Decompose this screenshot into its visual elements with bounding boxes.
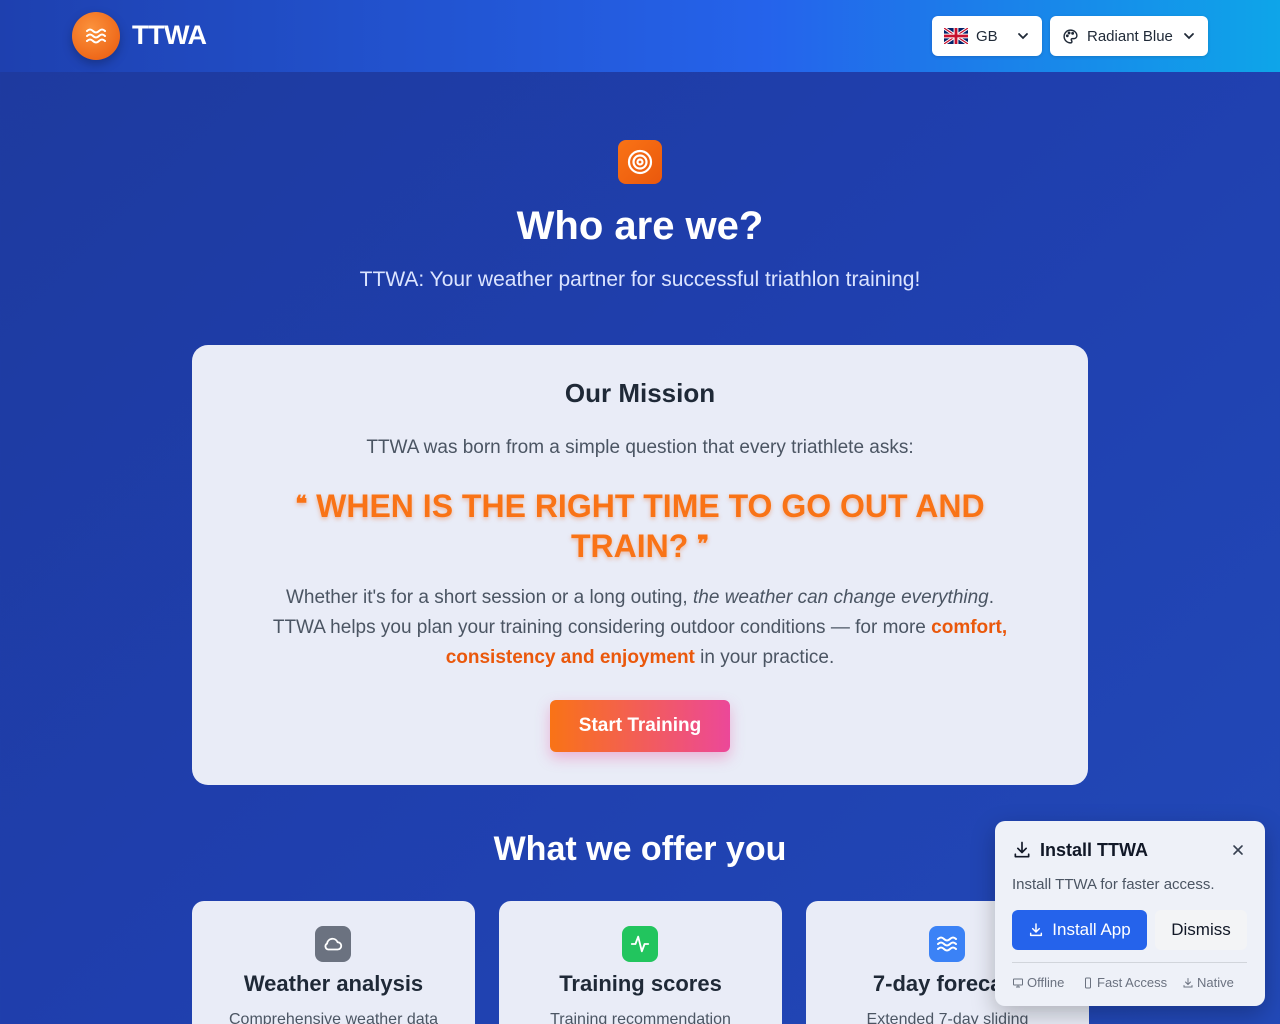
- mission-quote: ❝ WHEN IS THE RIGHT TIME TO GO OUT AND T…: [262, 485, 1018, 565]
- download-icon: [1030, 923, 1043, 937]
- download-icon: [1014, 841, 1030, 858]
- feature-card-weather[interactable]: Weather analysis Comprehensive weather d…: [192, 901, 475, 1024]
- mission-card: Our Mission TTWA was born from a simple …: [192, 345, 1088, 785]
- divider: [1012, 962, 1247, 963]
- mission-body: Whether it's for a short session or a lo…: [262, 583, 1018, 673]
- install-prompt: Install TTWA Install TTWA for faster acc…: [995, 821, 1265, 1006]
- chevron-down-icon: [1018, 33, 1028, 40]
- page-subtitle: TTWA: Your weather partner for successfu…: [359, 268, 921, 291]
- theme-select[interactable]: Radiant Blue: [1050, 16, 1208, 56]
- target-icon: [618, 140, 662, 184]
- waves-logo-icon[interactable]: [72, 12, 120, 60]
- palette-icon: [1063, 28, 1078, 44]
- feature-title: Weather analysis: [243, 971, 424, 996]
- mission-body-text: Whether it's for a short session or a lo…: [285, 587, 693, 608]
- monitor-icon: [1013, 978, 1023, 987]
- install-app-label: Install App: [1052, 920, 1131, 939]
- mission-title: Our Mission: [564, 378, 716, 408]
- install-feature-native: Native: [1182, 975, 1234, 990]
- start-training-button[interactable]: Start Training: [550, 700, 730, 752]
- feature-title: Training scores: [559, 971, 722, 996]
- feature-desc: Training recommendation: [550, 1011, 731, 1024]
- theme-label: Radiant Blue: [1087, 27, 1173, 45]
- quote-open-icon: ❝: [295, 491, 308, 516]
- quote-close-icon: ❞: [697, 531, 710, 556]
- install-title: Install TTWA: [1040, 840, 1148, 860]
- install-app-button[interactable]: Install App: [1012, 910, 1147, 950]
- cloud-icon: [315, 926, 351, 962]
- waves-icon: [929, 926, 965, 962]
- install-feature-offline: Offline: [1012, 975, 1064, 990]
- smartphone-icon: [1085, 977, 1091, 988]
- install-feature-fast-access: Fast Access: [1082, 975, 1167, 990]
- chevron-down-icon: [1184, 33, 1194, 40]
- feature-desc: Extended 7-day sliding: [866, 1011, 1029, 1024]
- quote-text: WHEN IS THE RIGHT TIME TO GO OUT AND TRA…: [316, 488, 985, 564]
- activity-icon: [622, 926, 658, 962]
- mission-body-emphasis: the weather can change everything: [693, 587, 989, 608]
- feature-desc: Comprehensive weather data: [228, 1011, 438, 1024]
- page-title: Who are we?: [516, 204, 764, 248]
- uk-flag-icon: [944, 28, 968, 44]
- install-feature-label: Native: [1197, 975, 1234, 990]
- mission-body-text: in your practice.: [694, 647, 835, 668]
- install-feature-label: Fast Access: [1097, 975, 1168, 990]
- mission-intro: TTWA was born from a simple question tha…: [366, 437, 914, 458]
- language-select[interactable]: GB: [932, 16, 1042, 56]
- feature-card-training[interactable]: Training scores Training recommendation: [499, 901, 782, 1024]
- close-icon[interactable]: [1229, 841, 1247, 859]
- brand-name[interactable]: TTWA: [132, 20, 207, 51]
- install-description: Install TTWA for faster access.: [1012, 876, 1215, 893]
- language-label: GB: [976, 27, 998, 45]
- install-feature-label: Offline: [1027, 975, 1065, 990]
- dismiss-button[interactable]: Dismiss: [1155, 910, 1247, 950]
- download-icon: [1183, 977, 1193, 987]
- app-header: TTWA GB Radiant Blue: [0, 0, 1280, 72]
